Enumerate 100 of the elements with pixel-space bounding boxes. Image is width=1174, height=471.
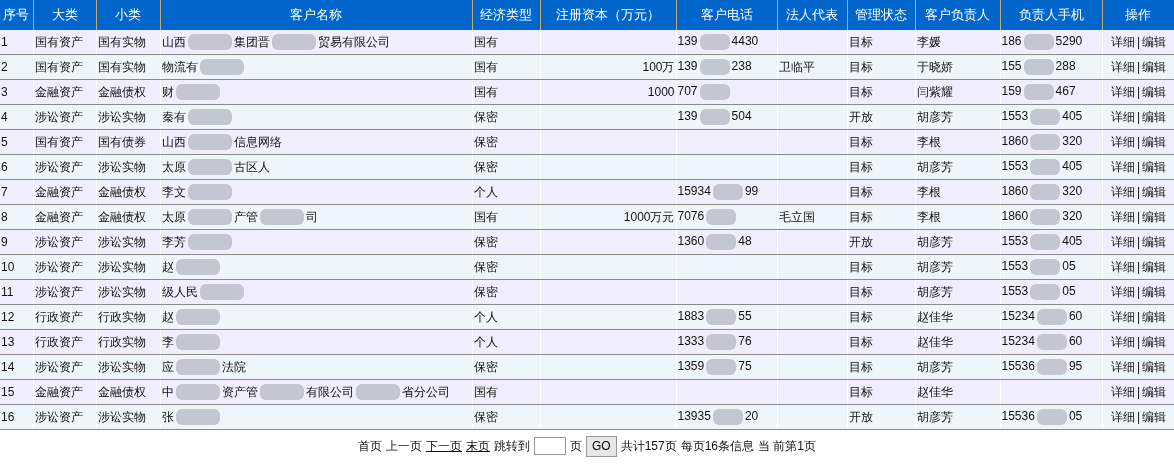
redaction-mark: [199, 284, 244, 301]
table-cell: 目标: [847, 30, 915, 55]
separator: |: [1136, 84, 1141, 99]
table-cell: 李文: [161, 184, 186, 199]
edit-link[interactable]: 编辑: [1142, 134, 1167, 149]
redaction-mark: [712, 409, 743, 425]
detail-link[interactable]: 详细: [1110, 234, 1135, 249]
detail-link[interactable]: 详细: [1110, 134, 1135, 149]
table-cell: 405: [1062, 234, 1083, 249]
detail-link[interactable]: 详细: [1110, 59, 1135, 74]
page-input[interactable]: [533, 437, 566, 455]
detail-link[interactable]: 详细: [1110, 359, 1135, 374]
redaction-mark: [175, 259, 220, 276]
detail-link[interactable]: 详细: [1110, 159, 1135, 174]
redaction-mark: [699, 109, 730, 125]
column-header: 法人代表: [777, 0, 847, 30]
detail-link[interactable]: 详细: [1110, 334, 1135, 349]
table-cell: 张: [161, 409, 174, 424]
column-header: 操作: [1102, 0, 1174, 30]
table-cell: 1000: [647, 85, 675, 99]
table-cell: 139: [677, 109, 698, 124]
table-cell: 100万: [642, 59, 675, 74]
redaction-mark: [175, 334, 220, 351]
pager-link[interactable]: 上一页: [385, 437, 422, 455]
edit-link[interactable]: 编辑: [1142, 34, 1167, 49]
table-cell: 司: [305, 209, 318, 224]
edit-link[interactable]: 编辑: [1142, 84, 1167, 99]
edit-link[interactable]: 编辑: [1142, 59, 1167, 74]
redaction-mark: [259, 384, 304, 401]
edit-link[interactable]: 编辑: [1142, 184, 1167, 199]
table-cell: 于晓娇: [915, 54, 1000, 80]
column-header: 大类: [33, 0, 96, 30]
go-button[interactable]: GO: [585, 435, 617, 457]
table-cell: 288: [1055, 59, 1076, 74]
table-cell: 139: [677, 59, 698, 74]
edit-link[interactable]: 编辑: [1142, 234, 1167, 249]
table-cell: 7076: [677, 209, 705, 224]
detail-link[interactable]: 详细: [1110, 84, 1135, 99]
table-cell: 20: [744, 409, 759, 424]
table-cell: 应: [161, 359, 174, 374]
separator: |: [1136, 359, 1141, 374]
total-pages: 共计157页: [620, 437, 677, 455]
table-cell: 1000万元: [623, 209, 675, 224]
redaction-mark: [187, 234, 232, 251]
detail-link[interactable]: 详细: [1110, 259, 1135, 274]
table-cell: 12: [0, 304, 33, 330]
table-cell: 集团晋: [233, 34, 270, 49]
detail-link[interactable]: 详细: [1110, 284, 1135, 299]
redaction-mark: [187, 184, 232, 201]
table-cell: 胡彦芳: [915, 154, 1000, 180]
table-cell: 238: [731, 59, 752, 74]
table-cell: 赵: [161, 259, 174, 274]
pager-link[interactable]: 首页: [357, 437, 382, 455]
pager-link[interactable]: 下一页: [425, 437, 462, 455]
table-cell: 320: [1062, 134, 1083, 149]
detail-link[interactable]: 详细: [1110, 34, 1135, 49]
column-header: 管理状态: [847, 0, 915, 30]
redaction-mark: [1036, 309, 1067, 325]
edit-link[interactable]: 编辑: [1142, 309, 1167, 324]
table-cell: 139: [677, 34, 698, 49]
redaction-mark: [1023, 34, 1054, 50]
edit-link[interactable]: 编辑: [1142, 359, 1167, 374]
redaction-mark: [187, 134, 232, 151]
edit-link[interactable]: 编辑: [1142, 284, 1167, 299]
table-cell: 李芳: [161, 234, 186, 249]
redaction-mark: [175, 359, 220, 376]
separator: |: [1136, 159, 1141, 174]
table-cell: 闫紫耀: [915, 79, 1000, 105]
pager-link[interactable]: 末页: [465, 437, 490, 455]
table-cell: 60: [1068, 334, 1083, 349]
detail-link[interactable]: 详细: [1110, 184, 1135, 199]
table-cell: 山西: [161, 134, 186, 149]
table-cell: 国有: [472, 30, 540, 55]
table-cell: 1860: [1001, 209, 1029, 224]
redaction-mark: [699, 84, 730, 100]
table-cell: 05: [1062, 284, 1076, 299]
redaction-mark: [699, 59, 730, 75]
edit-link[interactable]: 编辑: [1142, 259, 1167, 274]
detail-link[interactable]: 详细: [1110, 309, 1135, 324]
detail-link[interactable]: 详细: [1110, 384, 1135, 399]
redaction-mark: [706, 359, 737, 375]
edit-link[interactable]: 编辑: [1142, 109, 1167, 124]
edit-link[interactable]: 编辑: [1142, 209, 1167, 224]
edit-link[interactable]: 编辑: [1142, 334, 1167, 349]
detail-link[interactable]: 详细: [1110, 209, 1135, 224]
edit-link[interactable]: 编辑: [1142, 409, 1167, 424]
table-cell: 李: [161, 334, 174, 349]
edit-link[interactable]: 编辑: [1142, 159, 1167, 174]
separator: |: [1136, 384, 1141, 399]
separator: |: [1136, 284, 1141, 299]
redaction-mark: [187, 34, 232, 51]
table-cell: 4: [0, 104, 33, 130]
table-cell: 信息网络: [233, 134, 282, 149]
edit-link[interactable]: 编辑: [1142, 384, 1167, 399]
detail-link[interactable]: 详细: [1110, 409, 1135, 424]
table-cell: 国有资产: [33, 30, 96, 55]
separator: |: [1136, 309, 1141, 324]
table-cell: 级人民: [161, 284, 198, 299]
redaction-mark: [1036, 334, 1067, 350]
detail-link[interactable]: 详细: [1110, 109, 1135, 124]
